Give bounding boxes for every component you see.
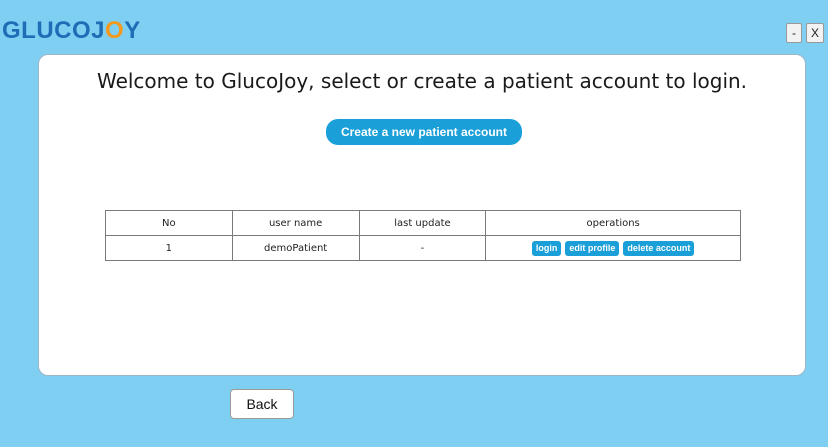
welcome-heading: Welcome to GlucoJoy, select or create a … [96,69,748,93]
table-header-row: No user name last update operations [105,210,741,236]
column-header-operations: operations [485,210,741,236]
cell-operations: login edit profile delete account [485,235,741,261]
cell-no: 1 [105,235,233,261]
table-row: 1 demoPatient - login edit profile delet… [105,235,741,261]
patient-table: No user name last update operations 1 de… [105,210,741,261]
back-button[interactable]: Back [230,389,294,419]
logo-text-accent: O [105,17,125,44]
column-header-no: No [105,210,233,236]
logo-text-part2: Y [124,17,141,44]
close-button[interactable]: X [806,23,824,43]
main-panel: Welcome to GlucoJoy, select or create a … [38,54,806,376]
minimize-button[interactable]: - [786,23,802,43]
cell-last-update: - [358,235,487,261]
delete-account-button[interactable]: delete account [623,240,695,256]
logo-text-part1: GLUCOJ [2,17,106,44]
column-header-last-update: last update [358,210,487,236]
create-patient-account-button[interactable]: Create a new patient account [326,119,522,145]
app-logo: GLUCOJOY [2,19,141,43]
edit-profile-button[interactable]: edit profile [565,240,620,256]
column-header-user-name: user name [231,210,360,236]
cell-user-name: demoPatient [231,235,360,261]
login-button[interactable]: login [531,240,562,256]
operations-group: login edit profile delete account [486,236,740,260]
